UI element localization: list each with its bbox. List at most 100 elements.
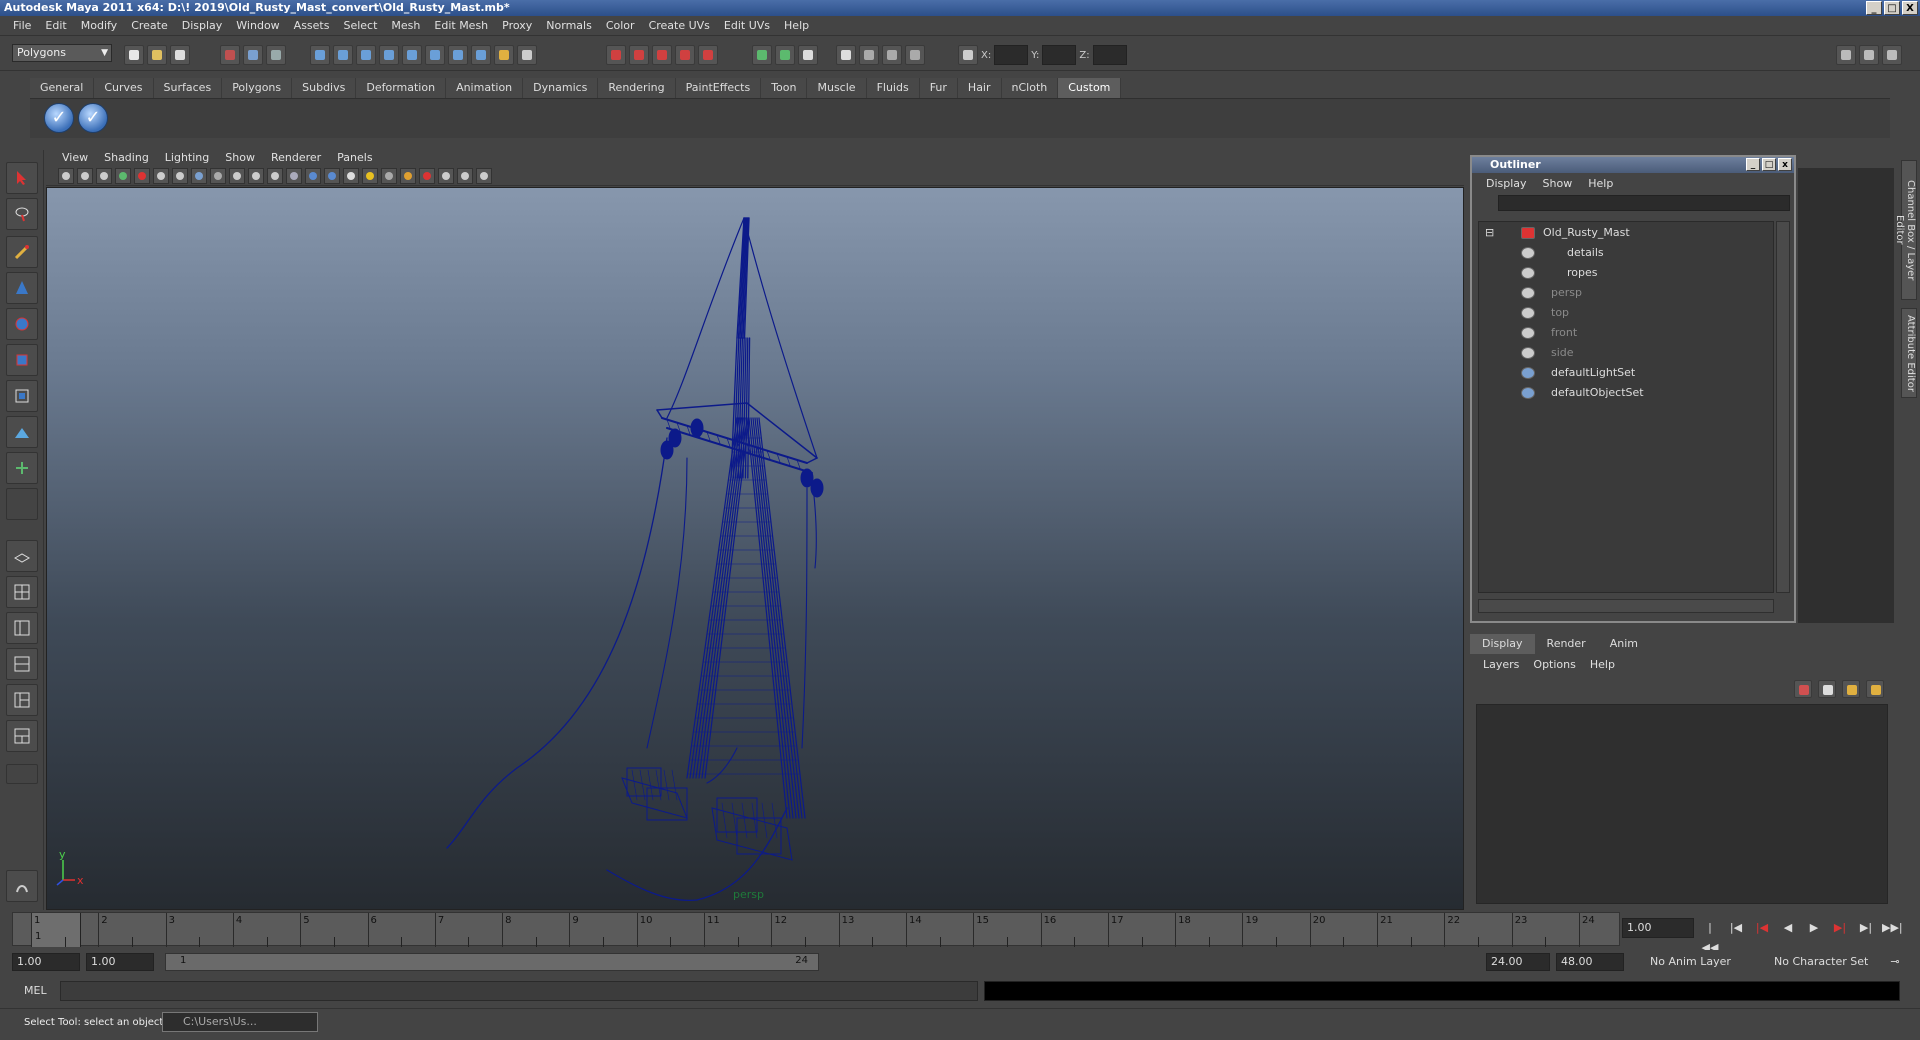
shadows-icon[interactable] (381, 167, 397, 184)
menu-help[interactable]: Help (777, 19, 816, 32)
list-item[interactable]: side (1521, 344, 1574, 362)
shelf-tab-curves[interactable]: Curves (94, 78, 154, 98)
backface-culling-icon[interactable] (476, 167, 492, 184)
play-backward-icon[interactable]: ◀ (1778, 918, 1798, 938)
layer-tab-anim[interactable]: Anim (1598, 634, 1650, 654)
select-rendering-icon[interactable] (448, 45, 468, 65)
select-deformations-icon[interactable] (402, 45, 422, 65)
snap-view-plane-icon[interactable] (675, 45, 695, 65)
use-all-lights-icon[interactable] (362, 167, 378, 184)
render-view-icon[interactable] (836, 45, 856, 65)
list-item[interactable]: persp (1521, 284, 1582, 302)
outliner-filter-input[interactable] (1498, 195, 1790, 211)
viewport-menu-lighting[interactable]: Lighting (157, 151, 217, 164)
x-field[interactable] (994, 45, 1029, 65)
shelf-tab-general[interactable]: General (30, 78, 95, 98)
tool-settings-icon[interactable] (1882, 45, 1902, 65)
shelf-tab-fur[interactable]: Fur (919, 78, 958, 98)
last-tool-slot[interactable] (6, 488, 38, 520)
move-layer-down-icon[interactable] (1818, 680, 1836, 698)
outliner-maximize-button[interactable]: □ (1762, 158, 1776, 171)
time-slider[interactable]: 1 1 2 3 4 5 6 7 8 9 10 11 12 13 14 15 16 17 18 19 20 21 22 23 24 (12, 912, 1620, 947)
layout-options-icon[interactable] (6, 764, 38, 784)
render-settings-icon[interactable] (905, 45, 925, 65)
menu-assets[interactable]: Assets (287, 19, 337, 32)
layer-menu-layers[interactable]: Layers (1476, 658, 1526, 671)
snap-point-icon[interactable] (652, 45, 672, 65)
lock-selection-icon[interactable] (494, 45, 514, 65)
single-perspective-layout-icon[interactable] (6, 540, 38, 572)
shelf-tab-animation[interactable]: Animation (446, 78, 524, 98)
toggle-sidebar-icon[interactable] (1836, 45, 1856, 65)
snap-grid-icon[interactable] (606, 45, 626, 65)
layer-tab-display[interactable]: Display (1470, 634, 1535, 654)
tab-channel-box-layer-editor[interactable]: Channel Box / Layer Editor (1894, 160, 1917, 300)
character-set-dropdown[interactable]: No Character Set (1770, 953, 1880, 971)
high-quality-icon[interactable] (400, 167, 416, 184)
close-button[interactable]: X (1902, 1, 1918, 15)
shelf-tab-toon[interactable]: Toon (761, 78, 808, 98)
bookmark-icon[interactable] (96, 167, 112, 184)
open-scene-icon[interactable] (147, 45, 167, 65)
minimize-button[interactable]: _ (1866, 1, 1882, 15)
animation-start-field[interactable]: 1.00 (12, 953, 80, 971)
move-tool-icon[interactable] (6, 272, 38, 304)
expand-toggle[interactable]: ⊟ (1485, 224, 1494, 242)
menu-normals[interactable]: Normals (539, 19, 599, 32)
menu-select[interactable]: Select (336, 19, 384, 32)
resolution-gate-icon[interactable] (191, 167, 207, 184)
outliner-layout-icon[interactable] (6, 612, 38, 644)
shelf-tab-deformation[interactable]: Deformation (356, 78, 447, 98)
smooth-shade-icon[interactable] (305, 167, 321, 184)
menu-set-dropdown[interactable]: Polygons ▼ (12, 44, 112, 62)
new-scene-icon[interactable] (124, 45, 144, 65)
step-forward-key-icon[interactable]: ▶| (1856, 918, 1876, 938)
outliner-horizontal-scrollbar[interactable] (1478, 599, 1774, 613)
shelf-tab-hair[interactable]: Hair (957, 78, 1002, 98)
select-misc-icon[interactable] (471, 45, 491, 65)
menu-edit[interactable]: Edit (38, 19, 73, 32)
graph-editor-layout-icon[interactable] (6, 648, 38, 680)
y-field[interactable] (1042, 45, 1077, 65)
grease-pencil-icon[interactable] (134, 167, 150, 184)
soft-mod-tool-icon[interactable] (6, 416, 38, 448)
layer-menu-help[interactable]: Help (1583, 658, 1622, 671)
select-hierarchy-icon[interactable] (220, 45, 240, 65)
select-component-icon[interactable] (266, 45, 286, 65)
film-gate-icon[interactable] (172, 167, 188, 184)
perspective-viewport[interactable]: y x persp (46, 187, 1464, 910)
outliner-vertical-scrollbar[interactable] (1776, 221, 1790, 593)
menu-proxy[interactable]: Proxy (495, 19, 539, 32)
playback-start-field[interactable]: 1.00 (86, 953, 154, 971)
isolate-select-icon[interactable] (438, 167, 454, 184)
four-view-layout-icon[interactable] (6, 576, 38, 608)
viewport-menu-renderer[interactable]: Renderer (263, 151, 329, 164)
step-back-key-icon[interactable]: |◀ (1726, 918, 1746, 938)
camera-attributes-icon[interactable] (77, 167, 93, 184)
camera-select-icon[interactable] (58, 167, 74, 184)
current-frame-field[interactable]: 1.00 (1622, 918, 1694, 938)
taskbar-window-button[interactable]: C:\Users\Us... (162, 1012, 318, 1032)
show-manipulator-icon[interactable] (6, 452, 38, 484)
outliner-menu-display[interactable]: Display (1478, 177, 1535, 190)
menu-edit-mesh[interactable]: Edit Mesh (427, 19, 495, 32)
lasso-tool-icon[interactable] (6, 198, 38, 230)
select-handles-icon[interactable] (310, 45, 330, 65)
menu-create-uvs[interactable]: Create UVs (642, 19, 717, 32)
outliner-close-button[interactable]: x (1778, 158, 1792, 171)
new-layer-from-selection-icon[interactable] (1866, 680, 1884, 698)
checkmark-shelf-icon[interactable]: ✓ (44, 103, 74, 133)
hypershade-layout-icon[interactable] (6, 684, 38, 716)
z-field[interactable] (1092, 45, 1127, 65)
viewport-menu-panels[interactable]: Panels (329, 151, 380, 164)
list-item[interactable]: defaultLightSet (1521, 364, 1635, 382)
anim-layer-dropdown[interactable]: No Anim Layer (1646, 953, 1756, 971)
menu-create[interactable]: Create (124, 19, 175, 32)
shelf-tab-ncloth[interactable]: nCloth (1001, 78, 1059, 98)
command-input[interactable] (60, 981, 978, 1001)
menu-file[interactable]: File (6, 19, 38, 32)
go-to-end-icon[interactable]: ▶▶| (1882, 918, 1903, 938)
rotate-tool-icon[interactable] (6, 308, 38, 340)
textured-icon[interactable] (343, 167, 359, 184)
xray-icon[interactable] (419, 167, 435, 184)
